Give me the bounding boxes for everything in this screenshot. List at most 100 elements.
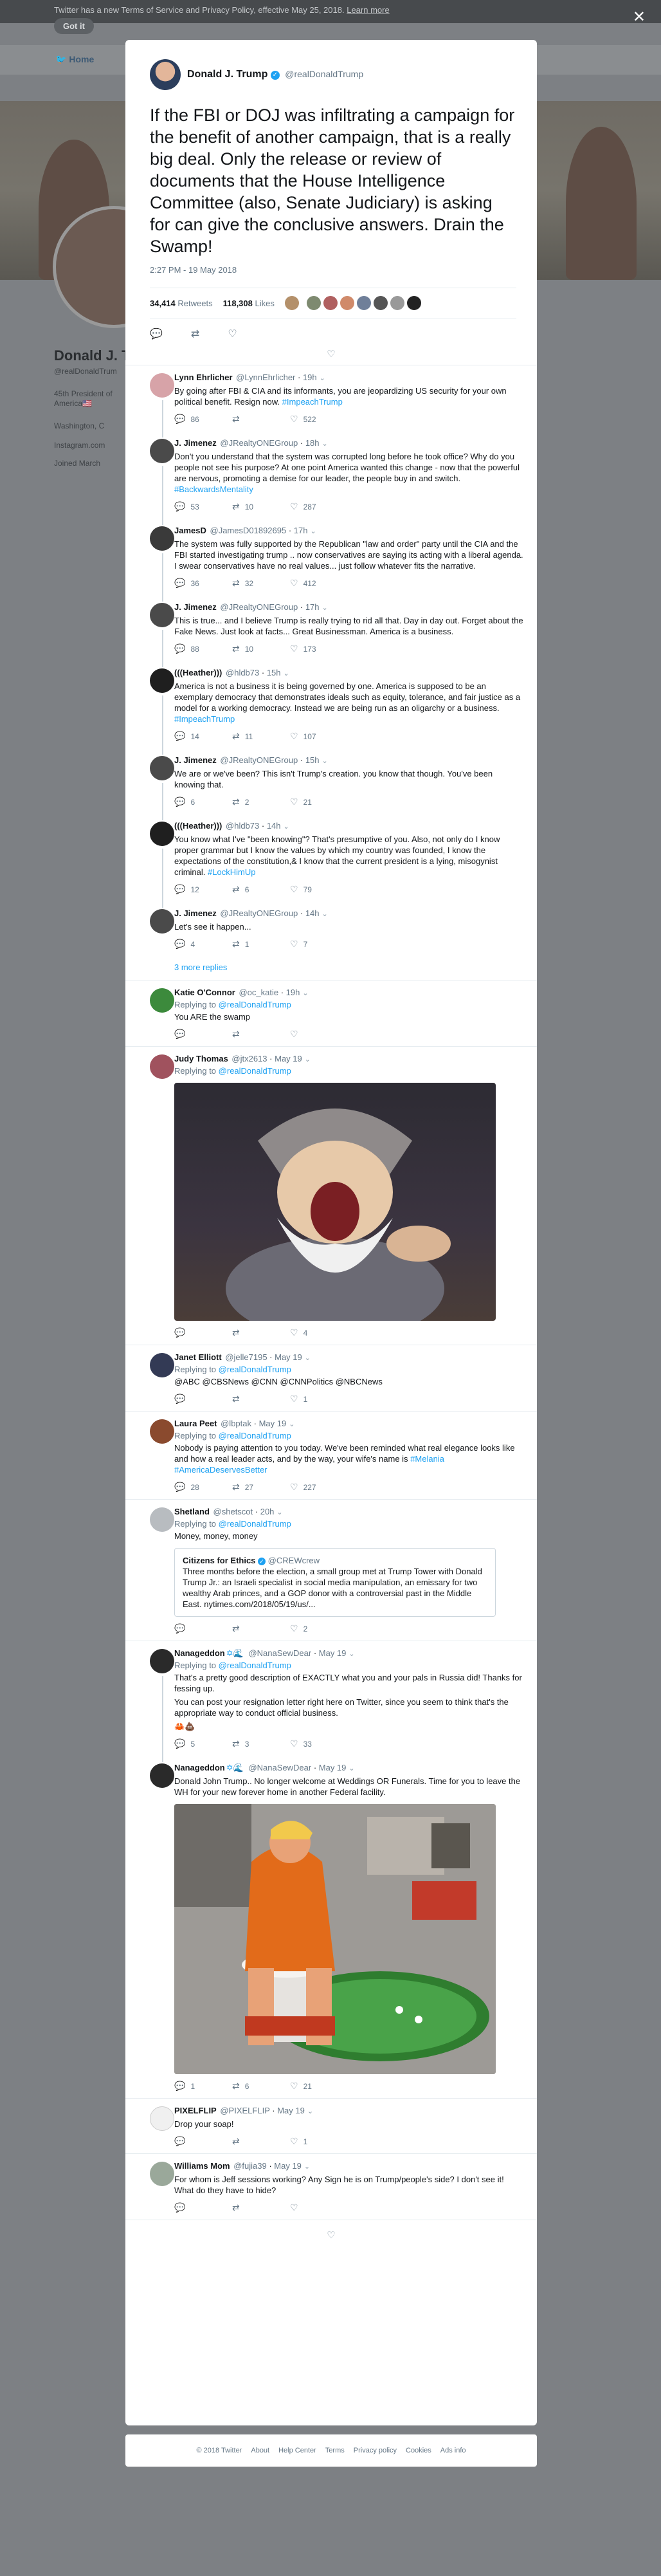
reply-author-handle[interactable]: @hldb73 <box>226 668 259 677</box>
list-item[interactable]: (((Heather))) @hldb73 · 15h ⌄ America is … <box>125 661 537 755</box>
chevron-down-icon[interactable]: ⌄ <box>322 757 328 765</box>
reply-icon[interactable]: 💬 <box>150 327 163 340</box>
reply-button[interactable]: 💬 5 <box>174 1738 232 1749</box>
reply-author-name[interactable]: Nanageddon <box>174 1648 225 1658</box>
list-item[interactable]: Judy Thomas @jtx2613 · May 19 ⌄ Replying … <box>125 1047 537 1345</box>
footer-link-ads[interactable]: Ads info <box>440 2447 466 2454</box>
reply-author-handle[interactable]: @fujia39 <box>233 2161 267 2171</box>
got-it-button[interactable]: Got it <box>54 18 94 34</box>
list-item[interactable]: (((Heather))) @hldb73 · 14h ⌄ You know wh… <box>125 814 537 908</box>
chevron-down-icon[interactable]: ⌄ <box>284 823 289 831</box>
retweet-button[interactable]: ⇄ 27 <box>232 1482 290 1493</box>
reply-author-name[interactable]: Shetland <box>174 1507 210 1516</box>
chevron-down-icon[interactable]: ⌄ <box>284 670 289 677</box>
reply-button[interactable]: 💬 <box>174 2136 232 2147</box>
reply-time[interactable]: 20h <box>260 1507 275 1516</box>
reply-author-name[interactable]: J. Jimenez <box>174 438 217 448</box>
reply-author-handle[interactable]: @JRealtyONEGroup <box>220 438 298 448</box>
like-button[interactable]: ♡ 2 <box>290 1623 348 1634</box>
reply-button[interactable]: 💬 36 <box>174 578 232 589</box>
avatar[interactable] <box>150 822 174 846</box>
like-button[interactable]: ♡ 33 <box>290 1738 348 1749</box>
reply-time[interactable]: 19h <box>303 373 317 382</box>
chevron-down-icon[interactable]: ⌄ <box>320 374 325 382</box>
reply-text[interactable]: @ABC @CBSNews @CNN @CNNPolitics @NBCNews <box>174 1376 524 1387</box>
reply-time[interactable]: 18h <box>305 438 320 448</box>
reply-button[interactable]: 💬 1 <box>174 2081 232 2092</box>
chevron-down-icon[interactable]: ⌄ <box>349 1650 354 1658</box>
reply-author-handle[interactable]: @JRealtyONEGroup <box>220 755 298 765</box>
like-button[interactable]: ♡ 287 <box>290 501 348 512</box>
hashtag-link[interactable]: #ImpeachTrump <box>282 397 343 407</box>
retweet-button[interactable]: ⇄ <box>232 414 290 425</box>
avatar[interactable] <box>150 668 174 693</box>
chevron-down-icon[interactable]: ⌄ <box>307 2108 313 2115</box>
reply-time[interactable]: May 19 <box>274 2161 302 2171</box>
avatar[interactable] <box>150 439 174 463</box>
retweet-button[interactable]: ⇄ 6 <box>232 884 290 895</box>
avatar[interactable] <box>150 2106 174 2131</box>
reply-author-handle[interactable]: @jtx2613 <box>231 1054 267 1063</box>
like-button[interactable]: ♡ 227 <box>290 1482 348 1493</box>
retweet-button[interactable]: ⇄ <box>232 2202 290 2213</box>
avatar[interactable] <box>406 296 421 310</box>
chevron-down-icon[interactable]: ⌄ <box>305 1056 311 1063</box>
reply-button[interactable]: 💬 4 <box>174 939 232 950</box>
reply-author-name[interactable]: Katie O'Connor <box>174 988 235 997</box>
list-item[interactable]: Williams Mom @fujia39 · May 19 ⌄ For whom… <box>125 2154 537 2220</box>
like-button[interactable]: ♡ 1 <box>290 1394 348 1404</box>
reply-author-handle[interactable]: @NanaSewDear <box>248 1648 311 1658</box>
retweet-button[interactable]: ⇄ 6 <box>232 2081 290 2092</box>
reply-time[interactable]: May 19 <box>275 1352 302 1362</box>
reply-author-handle[interactable]: @shetscot <box>213 1507 253 1516</box>
reply-author-name[interactable]: (((Heather))) <box>174 668 222 677</box>
avatar[interactable] <box>150 526 174 551</box>
retweet-button[interactable]: ⇄ <box>232 1623 290 1634</box>
reply-author-handle[interactable]: @LynnEhrlicher <box>236 373 295 382</box>
like-button[interactable]: ♡ <box>290 1029 348 1040</box>
avatar[interactable] <box>340 296 354 310</box>
like-button[interactable]: ♡ 522 <box>290 414 348 425</box>
list-item[interactable]: Laura Peet @lbptak · May 19 ⌄ Replying to… <box>125 1412 537 1500</box>
avatar[interactable] <box>284 296 299 310</box>
like-button[interactable]: ♡ <box>290 2202 348 2213</box>
reply-time[interactable]: 17h <box>305 602 320 612</box>
like-button[interactable]: ♡ 173 <box>290 643 348 654</box>
retweet-button[interactable]: ⇄ 32 <box>232 578 290 589</box>
avatar[interactable] <box>150 1054 174 1079</box>
reply-time[interactable]: May 19 <box>319 1648 347 1658</box>
reply-author-name[interactable]: Laura Peet <box>174 1419 217 1428</box>
like-button[interactable]: ♡ 79 <box>290 884 348 895</box>
reply-author-handle[interactable]: @lbptak <box>221 1419 251 1428</box>
avatar[interactable] <box>356 296 371 310</box>
chevron-down-icon[interactable]: ⌄ <box>349 1765 354 1772</box>
reply-author-name[interactable]: PIXELFLIP <box>174 2106 217 2115</box>
avatar[interactable] <box>150 756 174 780</box>
avatar[interactable] <box>150 1419 174 1444</box>
reply-button[interactable]: 💬 <box>174 1327 232 1338</box>
reply-author-name[interactable]: (((Heather))) <box>174 821 222 831</box>
avatar[interactable] <box>150 1763 174 1788</box>
reply-time[interactable]: 15h <box>267 668 281 677</box>
reply-button[interactable]: 💬 88 <box>174 643 232 654</box>
retweet-icon[interactable]: ⇄ <box>191 327 199 340</box>
like-icon[interactable]: ♡ <box>228 327 237 340</box>
list-item[interactable]: J. Jimenez @JRealtyONEGroup · 14h ⌄ Let's… <box>125 901 537 956</box>
reply-time[interactable]: 15h <box>305 755 320 765</box>
reply-author-name[interactable]: J. Jimenez <box>174 908 217 918</box>
reply-author-name[interactable]: JamesD <box>174 526 206 535</box>
hashtag-link[interactable]: #ImpeachTrump <box>174 714 235 724</box>
author-handle[interactable]: @realDonaldTrump <box>285 69 363 79</box>
reply-time[interactable]: May 19 <box>319 1763 347 1772</box>
reply-button[interactable]: 💬 <box>174 1623 232 1634</box>
chevron-down-icon[interactable]: ⌄ <box>289 1421 294 1428</box>
avatar[interactable] <box>150 59 181 90</box>
reply-button[interactable]: 💬 86 <box>174 414 232 425</box>
retweet-button[interactable]: ⇄ <box>232 2136 290 2147</box>
retweet-button[interactable]: ⇄ 3 <box>232 1738 290 1749</box>
avatar[interactable] <box>150 1353 174 1377</box>
avatar[interactable] <box>323 296 338 310</box>
retweet-count[interactable]: 34,414 Retweets <box>150 299 213 308</box>
reply-author-handle[interactable]: @JRealtyONEGroup <box>220 908 298 918</box>
avatar[interactable] <box>373 296 388 310</box>
